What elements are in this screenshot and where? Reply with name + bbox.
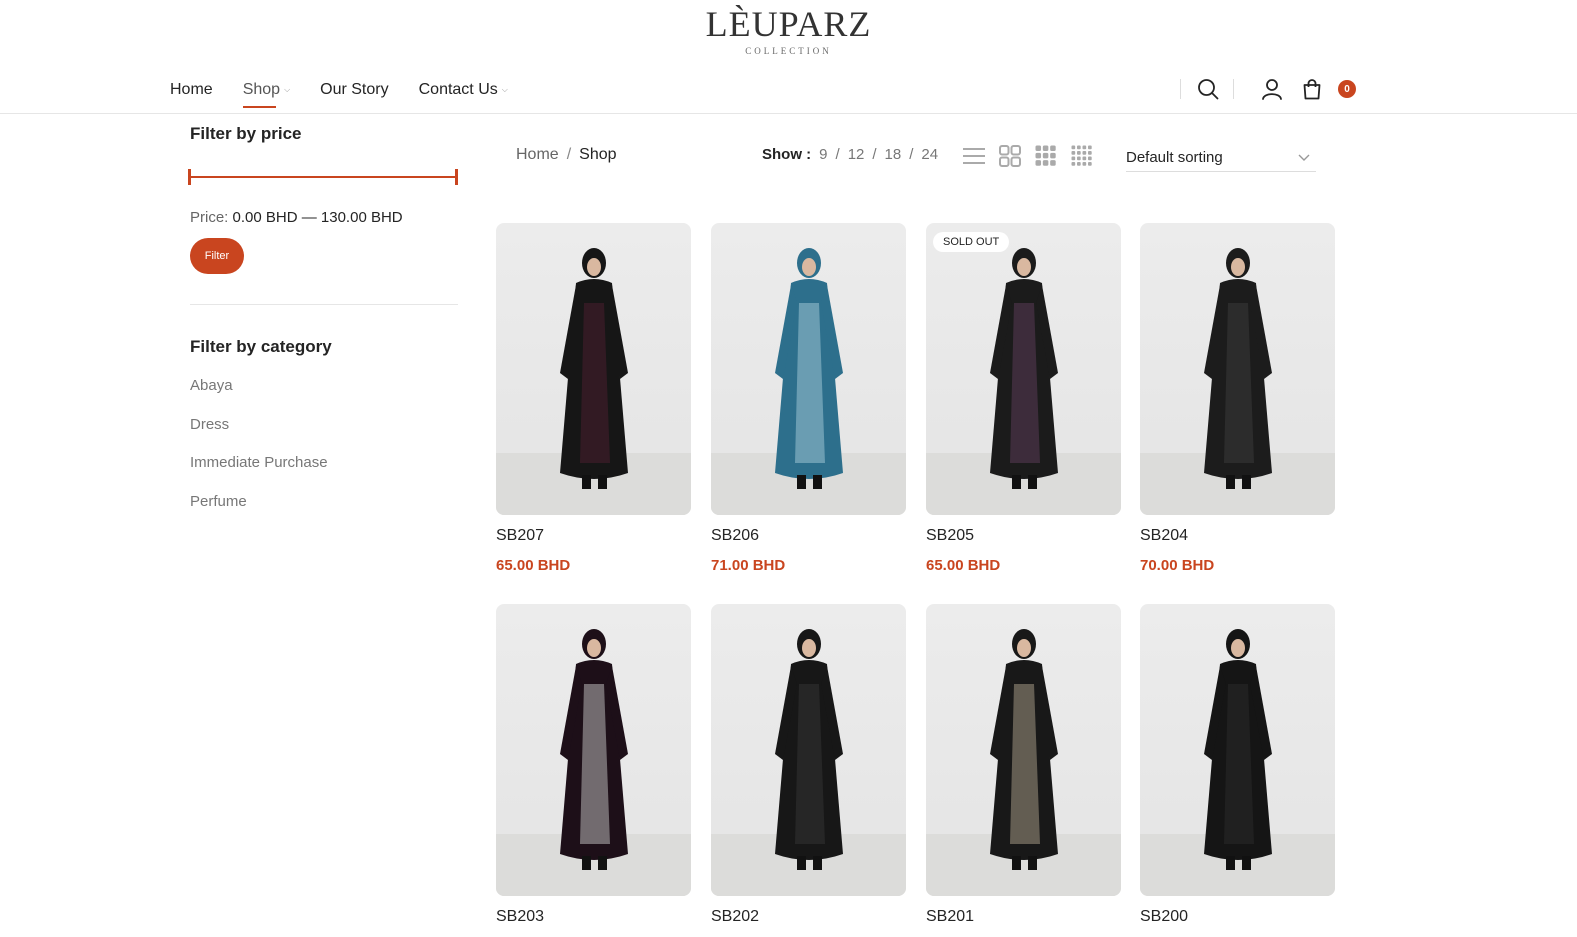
nav-item-label: Contact Us <box>418 81 498 98</box>
product-price: 65.00 BHD <box>926 557 1001 574</box>
header-divider <box>1233 79 1234 99</box>
price-max-handle[interactable] <box>455 169 458 185</box>
grid-2-icon[interactable] <box>998 144 1022 168</box>
brand-name: LÈUPARZ <box>705 4 872 44</box>
breadcrumb-current: Shop <box>579 146 617 163</box>
product-card[interactable]: SB201 <box>926 604 1121 926</box>
per-page-option-24[interactable]: 24 <box>921 146 938 163</box>
sorting-value: Default sorting <box>1126 149 1223 166</box>
product-title[interactable]: SB205 <box>926 527 1121 545</box>
price-filter-title: Filter by price <box>190 124 302 143</box>
view-mode-switcher <box>962 144 1106 168</box>
list-view-icon[interactable] <box>962 144 986 168</box>
product-image[interactable] <box>1140 223 1335 515</box>
product-photo <box>1140 629 1335 896</box>
price-min-value: 0.00 BHD <box>232 209 298 226</box>
product-title[interactable]: SB200 <box>1140 908 1335 926</box>
nav-item-home[interactable]: Home <box>170 78 213 102</box>
per-page-option-9[interactable]: 9 <box>819 146 827 163</box>
products-per-page: Show : 9 / 12 / 18 / 24 <box>762 146 938 163</box>
per-page-label: Show : <box>762 146 812 163</box>
price-range-readout: Price: 0.00 BHD — 130.00 BHD <box>190 209 458 226</box>
product-image[interactable] <box>711 604 906 896</box>
per-page-separator: / <box>909 146 914 163</box>
main-nav: Home Shop ⌵ Our Story Contact Us ⌵ <box>170 78 538 108</box>
product-card[interactable]: SB206 71.00 BHD <box>711 223 906 574</box>
product-image[interactable] <box>496 604 691 896</box>
product-photo <box>496 629 691 896</box>
product-photo <box>496 248 691 515</box>
product-title[interactable]: SB203 <box>496 908 691 926</box>
product-image[interactable]: SOLD OUT <box>926 223 1121 515</box>
grid-4-icon[interactable] <box>1070 144 1094 168</box>
product-card[interactable]: SB204 70.00 BHD <box>1140 223 1335 574</box>
product-title[interactable]: SB204 <box>1140 527 1335 545</box>
breadcrumb-separator: / <box>566 146 572 163</box>
sorting-select[interactable]: Default sorting <box>1126 144 1316 172</box>
grid-3-icon[interactable] <box>1034 144 1058 168</box>
account-icon[interactable] <box>1260 77 1284 101</box>
chevron-down-icon: ⌵ <box>284 85 291 94</box>
per-page-separator: / <box>835 146 840 163</box>
nav-item-label: Our Story <box>320 81 389 98</box>
product-card[interactable]: SOLD OUT SB205 65.00 BHD <box>926 223 1121 574</box>
brand-tagline: COLLECTION <box>745 46 832 56</box>
price-label: Price: <box>190 209 229 226</box>
product-photo <box>926 629 1121 896</box>
product-image[interactable] <box>496 223 691 515</box>
nav-item-contact-us[interactable]: Contact Us ⌵ <box>419 78 508 102</box>
category-link-abaya[interactable]: Abaya <box>190 377 458 416</box>
product-card[interactable]: SB202 <box>711 604 906 926</box>
breadcrumb-home-link[interactable]: Home <box>516 146 559 164</box>
cart-icon[interactable] <box>1300 77 1324 101</box>
per-page-option-18[interactable]: 18 <box>885 146 902 163</box>
sold-out-badge: SOLD OUT <box>933 232 1010 252</box>
chevron-down-icon: ⌵ <box>501 85 508 94</box>
product-image[interactable] <box>1140 604 1335 896</box>
nav-item-shop[interactable]: Shop ⌵ <box>242 78 291 108</box>
product-title[interactable]: SB207 <box>496 527 691 545</box>
nav-item-label: Home <box>170 81 213 98</box>
sidebar-divider <box>190 304 458 305</box>
category-link-immediate-purchase[interactable]: Immediate Purchase <box>190 454 458 493</box>
category-list: Abaya Dress Immediate Purchase Perfume <box>190 377 458 531</box>
product-card[interactable]: SB200 <box>1140 604 1335 926</box>
price-range-bar <box>190 176 458 178</box>
nav-item-label: Shop <box>242 81 281 98</box>
breadcrumb: Home / Shop <box>516 146 617 164</box>
product-photo <box>711 629 906 896</box>
category-filter-title: Filter by category <box>190 337 332 356</box>
per-page-option-12[interactable]: 12 <box>848 146 865 163</box>
product-title[interactable]: SB206 <box>711 527 906 545</box>
product-title[interactable]: SB201 <box>926 908 1121 926</box>
product-card[interactable]: SB203 <box>496 604 691 926</box>
product-price: 70.00 BHD <box>1140 557 1215 574</box>
category-link-dress[interactable]: Dress <box>190 416 458 455</box>
product-photo <box>926 248 1121 515</box>
header-divider-line <box>0 113 1577 114</box>
search-icon[interactable] <box>1196 77 1220 101</box>
chevron-down-icon <box>1298 154 1310 161</box>
product-price: 65.00 BHD <box>496 557 571 574</box>
product-photo <box>711 248 906 515</box>
header-divider <box>1180 79 1181 99</box>
price-min-handle[interactable] <box>188 169 191 185</box>
price-max-value: 130.00 BHD <box>320 209 403 226</box>
product-price: 71.00 BHD <box>711 557 786 574</box>
per-page-separator: / <box>872 146 877 163</box>
product-title[interactable]: SB202 <box>711 908 906 926</box>
nav-item-our-story[interactable]: Our Story <box>320 78 388 102</box>
price-range-separator: — <box>301 209 317 226</box>
category-link-perfume[interactable]: Perfume <box>190 493 458 532</box>
cart-count-badge: 0 <box>1338 80 1356 98</box>
filter-sidebar: Filter by price Price: 0.00 BHD — 130.00… <box>188 124 458 531</box>
product-card[interactable]: SB207 65.00 BHD <box>496 223 691 574</box>
product-photo <box>1140 248 1335 515</box>
header-actions: 0 <box>1180 74 1356 104</box>
price-range-slider[interactable] <box>188 169 458 185</box>
product-image[interactable] <box>926 604 1121 896</box>
filter-button[interactable]: Filter <box>190 238 244 274</box>
brand-logo[interactable]: LÈUPARZ COLLECTION <box>0 4 1577 56</box>
product-image[interactable] <box>711 223 906 515</box>
